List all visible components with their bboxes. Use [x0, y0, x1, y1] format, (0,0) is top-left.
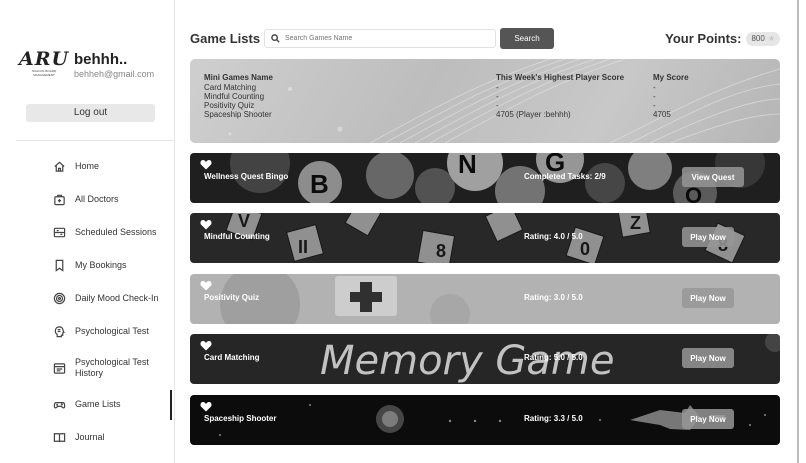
my-score-cell: 4705: [653, 110, 671, 119]
column-header: My Score: [653, 73, 689, 82]
sidebar-item-label: Daily Mood Check-In: [75, 293, 159, 303]
game-rating: Rating: 5.0 / 5.0: [524, 353, 583, 362]
search-box[interactable]: [264, 29, 496, 48]
heart-icon[interactable]: [200, 340, 212, 351]
highest-score-cell: -: [496, 92, 499, 101]
sidebar-item-label: Game Lists: [75, 399, 121, 409]
my-score-cell: -: [653, 101, 656, 110]
play-now-button[interactable]: Play Now: [682, 348, 734, 368]
heart-icon[interactable]: [200, 159, 212, 170]
profile: ARU SCHOOL BOARD MANAGEMENT behhh.. behh…: [18, 48, 155, 82]
game-title: Mindful Counting: [204, 232, 270, 241]
journal-icon: [52, 431, 66, 445]
my-score-cell: -: [653, 92, 656, 101]
highest-score-cell: -: [496, 83, 499, 92]
search-icon: [271, 34, 280, 43]
game-name-cell: Card Matching: [204, 83, 257, 92]
table-row: Positivity Quiz - -: [204, 101, 744, 110]
highest-score-cell: -: [496, 101, 499, 110]
sidebar-item-label: Scheduled Sessions: [75, 227, 157, 237]
home-icon: [52, 160, 66, 174]
sidebar: ARU SCHOOL BOARD MANAGEMENT behhh.. behh…: [0, 0, 175, 463]
game-card-mindful-counting[interactable]: VII80Z8 Mindful Counting Rating: 4.0 / 5…: [190, 213, 780, 263]
sessions-icon: [52, 226, 66, 240]
play-now-button[interactable]: Play Now: [682, 227, 734, 247]
logo-subtext: SCHOOL BOARD MANAGEMENT: [31, 69, 57, 77]
game-rating: Rating: 3.0 / 5.0: [524, 293, 583, 302]
table-row: Mindful Counting - -: [204, 92, 744, 101]
logo-text: ARU: [18, 48, 70, 70]
history-icon: [52, 361, 66, 375]
game-name-cell: Spaceship Shooter: [204, 110, 272, 119]
user-email: behheh@gmail.com: [74, 69, 155, 79]
bookmark-icon: [52, 259, 66, 273]
sidebar-item-label: Home: [75, 161, 100, 171]
points-display: Your Points: 800 ★: [665, 31, 780, 46]
page-title: Game Lists: [190, 31, 261, 46]
game-title: Card Matching: [204, 353, 260, 362]
my-score-cell: -: [653, 83, 656, 92]
scoreboard-panel: Mini Games Name This Week's Highest Play…: [190, 59, 780, 143]
sidebar-item-all-doctors[interactable]: All Doctors: [52, 183, 174, 216]
game-card-positivity-quiz[interactable]: Positivity Quiz Rating: 3.0 / 5.0 Play N…: [190, 274, 780, 324]
sidebar-nav: Home All Doctors Scheduled Sessions My B…: [52, 150, 174, 454]
sidebar-item-label: Journal: [75, 432, 105, 442]
game-card-card-matching[interactable]: Memory Game Card Matching Rating: 5.0 / …: [190, 334, 780, 384]
main-content: Game Lists Search Your Points: 800 ★: [190, 0, 786, 463]
points-label: Your Points:: [665, 31, 742, 46]
gamepad-icon: [52, 398, 66, 412]
search-input[interactable]: [285, 35, 485, 42]
game-title: Positivity Quiz: [204, 293, 260, 302]
column-header: This Week's Highest Player Score: [496, 73, 625, 82]
table-row: Card Matching - -: [204, 83, 744, 92]
aru-logo: ARU SCHOOL BOARD MANAGEMENT: [18, 48, 70, 82]
sidebar-item-label: Psychological Test History: [75, 357, 149, 378]
medical-bag-icon: [52, 193, 66, 207]
play-now-button[interactable]: Play Now: [682, 288, 734, 308]
topbar: Game Lists Search Your Points: 800 ★: [190, 28, 786, 50]
sidebar-item-my-bookings[interactable]: My Bookings: [52, 249, 174, 282]
user-name: behhh..: [74, 51, 128, 68]
game-title: Wellness Quest Bingo: [204, 172, 289, 181]
sidebar-item-test-history[interactable]: Psychological Test History: [52, 348, 174, 388]
play-now-button[interactable]: Play Now: [682, 409, 734, 429]
game-name-cell: Positivity Quiz: [204, 101, 255, 110]
game-name-cell: Mindful Counting: [204, 92, 265, 101]
game-rating: Rating: 3.3 / 5.0: [524, 414, 583, 423]
highest-score-cell: 4705 (Player :behhh): [496, 110, 571, 119]
star-icon: ★: [767, 34, 775, 43]
points-value: 800: [751, 34, 765, 43]
scoreboard-table: Mini Games Name This Week's Highest Play…: [204, 73, 744, 119]
scrollbar[interactable]: [797, 0, 799, 463]
game-card-spaceship-shooter[interactable]: Spaceship Shooter Rating: 3.3 / 5.0 Play…: [190, 395, 780, 445]
game-card-wellness-quest-bingo[interactable]: B N G O Wellness Quest Bingo Completed T…: [190, 153, 780, 203]
sidebar-item-daily-mood[interactable]: Daily Mood Check-In: [52, 282, 174, 315]
heart-icon[interactable]: [200, 219, 212, 230]
sidebar-divider: [16, 140, 174, 141]
brain-icon: [52, 325, 66, 339]
sidebar-item-psychological-test[interactable]: Psychological Test: [52, 315, 174, 348]
table-row: Spaceship Shooter 4705 (Player :behhh) 4…: [204, 110, 744, 119]
game-title: Spaceship Shooter: [204, 414, 277, 423]
sidebar-item-scheduled-sessions[interactable]: Scheduled Sessions: [52, 216, 174, 249]
sidebar-item-label: My Bookings: [75, 260, 127, 270]
game-progress: Completed Tasks: 2/9: [524, 172, 606, 181]
sidebar-item-game-lists[interactable]: Game Lists: [52, 388, 174, 421]
sidebar-item-label: Psychological Test: [75, 326, 149, 336]
heart-icon[interactable]: [200, 280, 212, 291]
table-header-row: Mini Games Name This Week's Highest Play…: [204, 73, 744, 83]
points-badge: 800 ★: [746, 31, 780, 46]
game-rating: Rating: 4.0 / 5.0: [524, 232, 583, 241]
logout-button[interactable]: Log out: [26, 104, 155, 122]
search-button[interactable]: Search: [500, 28, 554, 49]
mood-icon: [52, 292, 66, 306]
heart-icon[interactable]: [200, 401, 212, 412]
sidebar-item-journal[interactable]: Journal: [52, 421, 174, 454]
column-header: Mini Games Name: [204, 73, 273, 82]
view-quest-button[interactable]: View Quest: [682, 167, 744, 187]
sidebar-item-label: All Doctors: [75, 194, 119, 204]
sidebar-item-home[interactable]: Home: [52, 150, 174, 183]
app: ARU SCHOOL BOARD MANAGEMENT behhh.. behh…: [0, 0, 806, 463]
